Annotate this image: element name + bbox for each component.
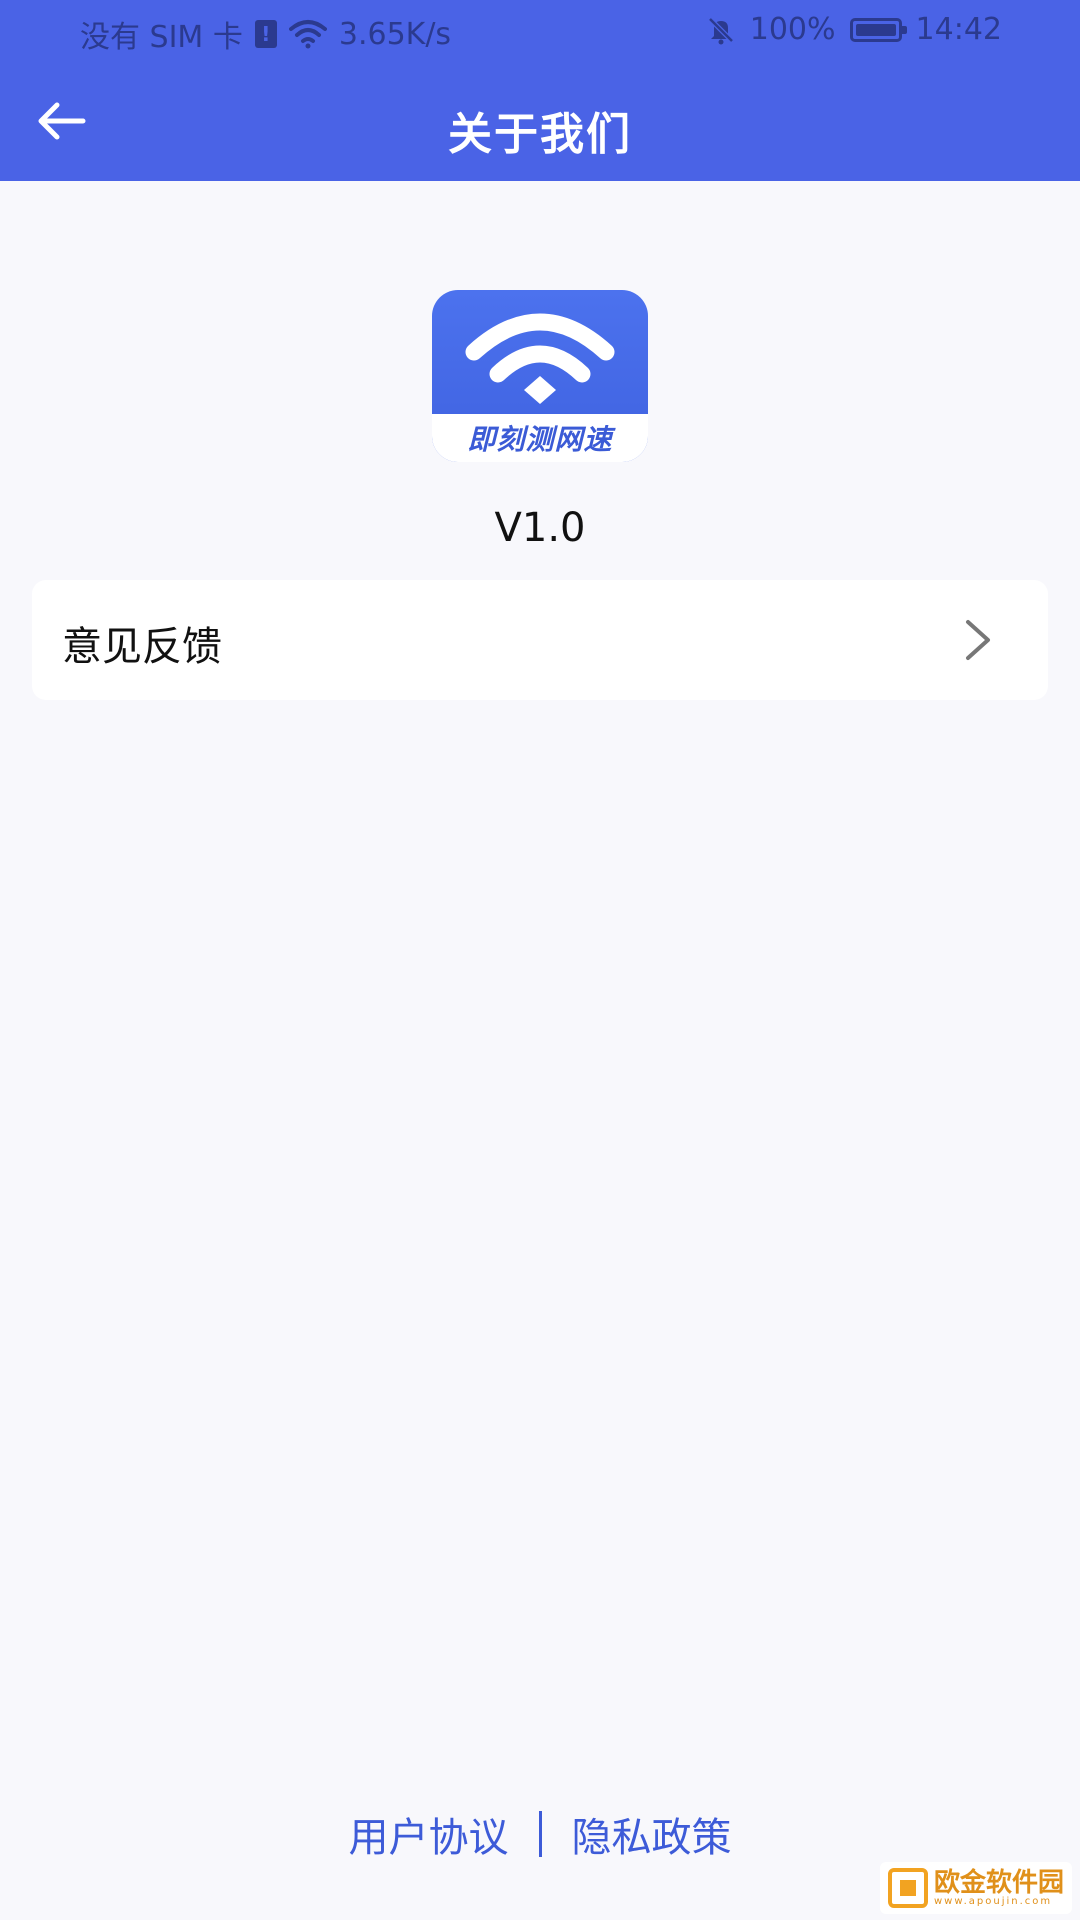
status-right: 100% 14:42 bbox=[706, 12, 1002, 47]
footer-divider bbox=[538, 1811, 542, 1857]
carrier-text: 没有 SIM 卡 bbox=[80, 20, 243, 55]
logo-text: 即刻测网速 bbox=[467, 423, 613, 456]
battery-text: 100% bbox=[749, 12, 836, 47]
app-logo: 即刻测网速 bbox=[432, 290, 648, 462]
header: 没有 SIM 卡 ! 3.65K/s 100% 14:42 关于我们 bbox=[0, 0, 1080, 181]
status-left: 没有 SIM 卡 ! 3.65K/s bbox=[80, 12, 451, 56]
app-bar: 关于我们 bbox=[0, 62, 1080, 181]
watermark: 欧金软件园 www.apoujin.com bbox=[879, 1862, 1072, 1914]
bell-off-icon bbox=[707, 16, 734, 44]
privacy-policy-link[interactable]: 隐私政策 bbox=[572, 1805, 732, 1863]
watermark-url: www.apoujin.com bbox=[933, 1895, 1053, 1907]
watermark-text: 欧金软件园 bbox=[933, 1867, 1064, 1898]
watermark-texts: 欧金软件园 www.apoujin.com bbox=[934, 1870, 1064, 1907]
chevron-right-icon bbox=[966, 620, 990, 660]
wifi-status-icon bbox=[288, 20, 327, 49]
user-agreement-link[interactable]: 用户协议 bbox=[349, 1805, 509, 1863]
feedback-label: 意见反馈 bbox=[62, 624, 222, 670]
watermark-logo-icon bbox=[887, 1868, 928, 1908]
sim-alert-icon: ! bbox=[254, 20, 277, 48]
app-version: V1.0 bbox=[494, 505, 586, 551]
net-speed-text: 3.65K/s bbox=[338, 16, 452, 52]
page-title: 关于我们 bbox=[448, 109, 632, 160]
wifi-logo-icon bbox=[465, 313, 615, 404]
battery-icon bbox=[849, 17, 907, 42]
time-text: 14:42 bbox=[915, 12, 1002, 47]
footer-links: 用户协议 隐私政策 bbox=[0, 1805, 1080, 1863]
feedback-row[interactable]: 意见反馈 bbox=[32, 580, 1048, 700]
status-bar: 没有 SIM 卡 ! 3.65K/s 100% 14:42 bbox=[0, 0, 1080, 62]
